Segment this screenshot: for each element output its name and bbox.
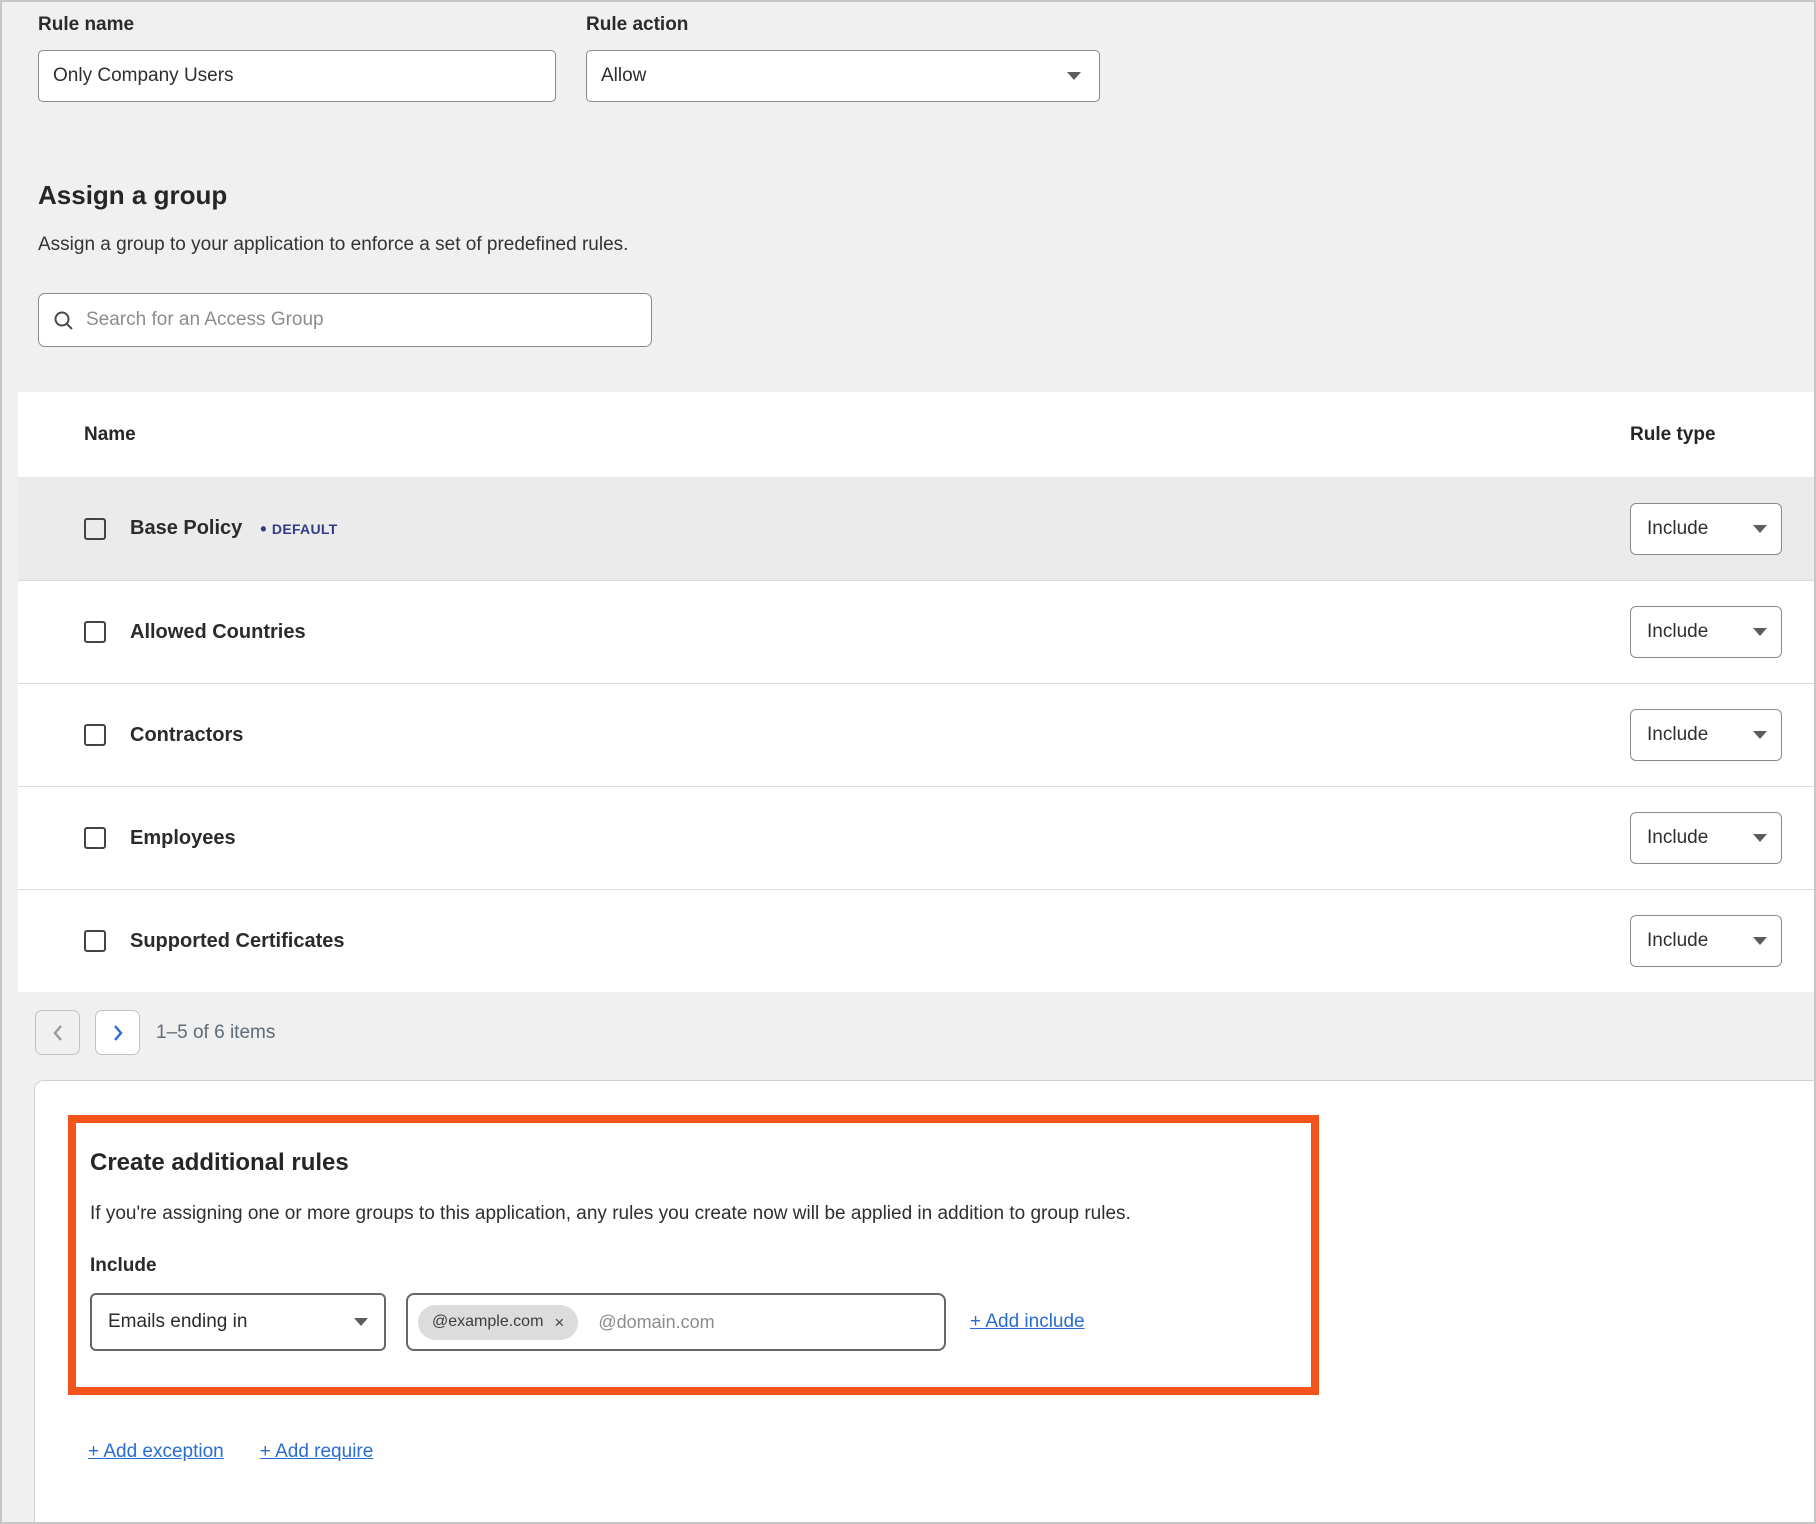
rule-type-select[interactable]: Include [1630, 503, 1782, 555]
rule-action-field-group: Rule action Allow [586, 14, 1100, 102]
rule-name-input[interactable] [38, 50, 556, 102]
close-icon[interactable]: × [554, 1314, 564, 1331]
chevron-left-icon [52, 1024, 64, 1042]
bullet-icon: • [260, 522, 267, 536]
group-name: Base Policy [130, 517, 242, 540]
assign-group-heading: Assign a group [38, 180, 227, 211]
rule-editor-page: Rule name Rule action Allow Assign a gro… [0, 0, 1816, 1524]
row-checkbox[interactable] [84, 724, 106, 746]
row-left: Employees [18, 827, 1630, 850]
column-header-name: Name [18, 424, 1630, 446]
include-label: Include [90, 1255, 1311, 1277]
chevron-down-icon [1753, 937, 1767, 945]
additional-rules-card: Create additional rules If you're assign… [34, 1080, 1816, 1524]
rule-type-value: Include [1647, 621, 1708, 643]
rule-action-value: Allow [601, 65, 646, 87]
footer-links: + Add exception + Add require [88, 1441, 373, 1463]
row-left: Supported Certificates [18, 930, 1630, 953]
group-name: Employees [130, 827, 236, 850]
rule-action-select[interactable]: Allow [586, 50, 1100, 102]
row-left: Contractors [18, 724, 1630, 747]
chevron-down-icon [1753, 628, 1767, 636]
rule-type-select[interactable]: Include [1630, 709, 1782, 761]
add-require-link[interactable]: + Add require [260, 1441, 374, 1463]
assign-group-description: Assign a group to your application to en… [38, 234, 628, 256]
chevron-down-icon [1067, 72, 1081, 80]
highlighted-section: Create additional rules If you're assign… [68, 1115, 1319, 1395]
search-icon [53, 310, 74, 331]
table-row: Allowed Countries Include [18, 580, 1814, 683]
rule-name-label: Rule name [38, 14, 556, 36]
row-checkbox[interactable] [84, 827, 106, 849]
domain-input-box[interactable]: @example.com × [406, 1293, 946, 1351]
row-left: Base Policy • DEFAULT [18, 517, 1630, 540]
table-row: Employees Include [18, 786, 1814, 889]
chevron-down-icon [1753, 731, 1767, 739]
chevron-down-icon [354, 1318, 368, 1326]
group-name: Contractors [130, 724, 243, 747]
chevron-down-icon [1753, 525, 1767, 533]
previous-page-button[interactable] [35, 1010, 80, 1055]
default-badge: • DEFAULT [260, 521, 337, 537]
condition-value: Emails ending in [108, 1311, 247, 1333]
group-name: Supported Certificates [130, 930, 344, 953]
rule-action-label: Rule action [586, 14, 1100, 36]
row-left: Allowed Countries [18, 621, 1630, 644]
pagination: 1–5 of 6 items [35, 1010, 275, 1055]
table-row: Supported Certificates Include [18, 889, 1814, 992]
rule-type-value: Include [1647, 930, 1708, 952]
rule-type-cell: Include [1630, 812, 1814, 864]
row-checkbox[interactable] [84, 930, 106, 952]
rule-type-select[interactable]: Include [1630, 915, 1782, 967]
row-checkbox[interactable] [84, 518, 106, 540]
rule-name-field-group: Rule name [38, 14, 556, 102]
additional-rules-heading: Create additional rules [90, 1149, 1311, 1177]
additional-rules-description: If you're assigning one or more groups t… [90, 1203, 1311, 1225]
rule-type-value: Include [1647, 827, 1708, 849]
rule-type-cell: Include [1630, 915, 1814, 967]
table-header-row: Name Rule type [18, 392, 1814, 477]
table-row: Contractors Include [18, 683, 1814, 786]
next-page-button[interactable] [95, 1010, 140, 1055]
domain-tag: @example.com × [418, 1305, 578, 1340]
rule-type-select[interactable]: Include [1630, 812, 1782, 864]
domain-tag-value: @example.com [432, 1313, 543, 1331]
rule-type-select[interactable]: Include [1630, 606, 1782, 658]
include-rule-controls: Emails ending in @example.com × + Add in… [90, 1293, 1311, 1351]
table-row: Base Policy • DEFAULT Include [18, 477, 1814, 580]
access-groups-table: Name Rule type Base Policy • DEFAULT Incl… [18, 392, 1814, 992]
rule-type-cell: Include [1630, 606, 1814, 658]
add-include-link[interactable]: + Add include [970, 1311, 1085, 1333]
rule-form: Rule name Rule action Allow [38, 14, 1100, 102]
domain-input[interactable] [598, 1312, 934, 1333]
condition-select[interactable]: Emails ending in [90, 1293, 386, 1351]
group-name: Allowed Countries [130, 621, 306, 644]
add-exception-link[interactable]: + Add exception [88, 1441, 224, 1463]
rule-type-cell: Include [1630, 709, 1814, 761]
chevron-down-icon [1753, 834, 1767, 842]
rule-type-cell: Include [1630, 503, 1814, 555]
column-header-rule-type: Rule type [1630, 424, 1814, 446]
rule-type-value: Include [1647, 724, 1708, 746]
search-input[interactable] [86, 309, 637, 331]
rule-type-value: Include [1647, 518, 1708, 540]
default-badge-label: DEFAULT [272, 521, 338, 537]
row-checkbox[interactable] [84, 621, 106, 643]
chevron-right-icon [112, 1024, 124, 1042]
pagination-label: 1–5 of 6 items [156, 1022, 275, 1044]
access-group-search[interactable] [38, 293, 652, 347]
